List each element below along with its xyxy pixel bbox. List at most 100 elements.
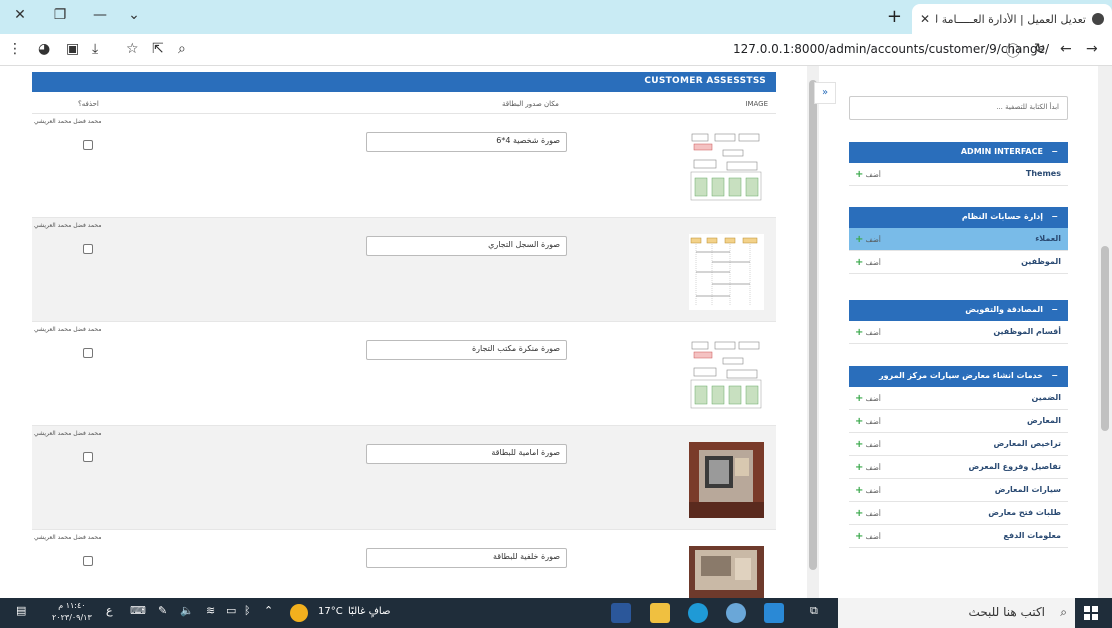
add-link[interactable]: + أضف [855, 508, 881, 519]
collapse-icon[interactable]: − [1051, 147, 1058, 156]
chevron-down-icon[interactable]: ⌄ [124, 7, 144, 23]
sidebar-item-label[interactable]: المعارض [1027, 416, 1061, 425]
windows-start-icon[interactable] [1084, 606, 1098, 620]
sidebar-group-header[interactable]: − إدارة حسابات النظام [849, 207, 1068, 228]
sidebar-scrollbar-thumb[interactable] [1101, 246, 1109, 431]
reload-icon[interactable]: ↻ [1034, 41, 1046, 57]
image-thumbnail[interactable] [689, 442, 764, 518]
pen-icon[interactable]: ✎ [158, 604, 167, 617]
sidebar-item-label[interactable]: تفاصيل وفروع المعرض [969, 462, 1061, 471]
sidebar-item-label[interactable]: سيارات المعارض [995, 485, 1061, 494]
download-icon[interactable]: ⤓ [92, 41, 98, 57]
weather-temp[interactable]: 17°C [318, 606, 343, 617]
edge-browser-icon[interactable] [688, 603, 708, 623]
restore-window-icon[interactable]: ❐ [50, 7, 70, 23]
sidebar-item[interactable]: الموظفين + أضف [849, 251, 1068, 274]
battery-icon[interactable]: ▭ [226, 604, 236, 617]
toggle-sidebar-button[interactable]: » [814, 82, 836, 104]
sidebar-item-label[interactable]: الموظفين [1021, 257, 1061, 266]
sidebar-item[interactable]: العملاء + أضف [849, 228, 1068, 251]
sidebar-item-label[interactable]: العملاء [1035, 234, 1061, 243]
weather-text[interactable]: صافٍ غالبًا [348, 606, 390, 617]
sidebar-item-label[interactable]: معلومات الدفع [1003, 531, 1061, 540]
browser-tab-active[interactable]: تعديل العميل | الأدارة العـــــامة للـ..… [912, 4, 1112, 34]
file-explorer-icon[interactable] [650, 603, 670, 623]
sidebar-item-label[interactable]: أقسام الموظفين [993, 327, 1061, 336]
clock[interactable]: ١١:٤٠ م ٢٠٢٣/٠٩/١٣ [52, 600, 92, 624]
url-field[interactable]: 127.0.0.1:8000/admin/accounts/customer/9… [733, 42, 1049, 56]
minimize-window-icon[interactable]: — [90, 7, 110, 23]
add-link[interactable]: + أضف [855, 439, 881, 450]
sidebar-filter-input[interactable]: ابدأ الكتابة للتصفية ... [849, 96, 1068, 120]
add-link[interactable]: + أضف [855, 169, 881, 180]
notification-icon[interactable]: ▤ [16, 604, 26, 617]
sidebar-item-label[interactable]: Themes [1026, 169, 1061, 178]
sidebar-group-header[interactable]: − ADMIN INTERFACE [849, 142, 1068, 163]
card-place-input[interactable]: صورة منكرة مكتب التجارة [366, 340, 567, 360]
site-info-icon[interactable]: ⓘ [1006, 41, 1020, 61]
tab-close-icon[interactable]: ✕ [920, 12, 930, 26]
back-arrow-icon[interactable]: ← [1060, 41, 1072, 57]
add-link[interactable]: + أضف [855, 257, 881, 268]
main-scrollbar[interactable] [807, 66, 819, 598]
card-place-input[interactable]: صورة خلفية للبطاقة [366, 548, 567, 568]
add-link[interactable]: + أضف [855, 462, 881, 473]
add-link[interactable]: + أضف [855, 485, 881, 496]
sidebar-item[interactable]: سيارات المعارض + أضف [849, 479, 1068, 502]
sidebar-item[interactable]: طلبات فتح معارض + أضف [849, 502, 1068, 525]
new-tab-icon[interactable]: + [887, 6, 902, 27]
image-thumbnail[interactable] [689, 546, 764, 598]
weather-icon[interactable] [290, 604, 308, 622]
volume-icon[interactable]: 🔈 [180, 604, 194, 617]
task-view-icon[interactable]: ⧉ [810, 604, 818, 618]
sidebar-group-header[interactable]: − خدمات انشاء معارض سيارات مركز المرور [849, 366, 1068, 387]
chrome-browser-icon[interactable] [726, 603, 746, 623]
add-link[interactable]: + أضف [855, 416, 881, 427]
sidebar-item-label[interactable]: طلبات فتح معارض [988, 508, 1061, 517]
close-window-icon[interactable]: ✕ [10, 7, 30, 23]
card-place-input[interactable]: صورة امامية للبطاقة [366, 444, 567, 464]
image-thumbnail[interactable] [689, 234, 764, 310]
bluetooth-icon[interactable]: ᛒ [244, 604, 251, 617]
keyboard-icon[interactable]: ⌨ [130, 604, 146, 617]
sidebar-group-header[interactable]: − المصادقة والتفويض [849, 300, 1068, 321]
word-app-icon[interactable] [611, 603, 631, 623]
add-link[interactable]: + أضف [855, 327, 881, 338]
wifi-icon[interactable]: ≋ [206, 604, 215, 617]
zoom-icon[interactable]: ⌕ [178, 41, 186, 57]
main-scrollbar-thumb[interactable] [809, 80, 817, 570]
delete-checkbox[interactable] [83, 556, 93, 566]
chevron-up-icon[interactable]: ⌃ [264, 604, 273, 617]
sidebar-scrollbar[interactable] [1098, 66, 1112, 598]
collapse-icon[interactable]: − [1051, 371, 1058, 380]
image-thumbnail[interactable] [689, 338, 764, 414]
sidebar-item[interactable]: المعارض + أضف [849, 410, 1068, 433]
image-thumbnail[interactable] [689, 130, 764, 206]
add-link[interactable]: + أضف [855, 531, 881, 542]
sidebar-item[interactable]: Themes + أضف [849, 163, 1068, 186]
sidebar-item[interactable]: تراخيص المعارض + أضف [849, 433, 1068, 456]
sidebar-panel-icon[interactable]: ▣ [66, 41, 79, 57]
delete-checkbox[interactable] [83, 140, 93, 150]
card-place-input[interactable]: صورة شخصية 4*6 [366, 132, 567, 152]
sidebar-item[interactable]: معلومات الدفع + أضف [849, 525, 1068, 548]
add-link[interactable]: + أضف [855, 393, 881, 404]
add-link[interactable]: + أضف [855, 234, 881, 245]
collapse-icon[interactable]: − [1051, 305, 1058, 314]
forward-arrow-icon[interactable]: → [1086, 41, 1098, 57]
taskbar-search-box[interactable]: ⌕ اكتب هنا للبحث [838, 598, 1075, 628]
sidebar-item[interactable]: تفاصيل وفروع المعرض + أضف [849, 456, 1068, 479]
sidebar-item-label[interactable]: تراخيص المعارض [994, 439, 1061, 448]
delete-checkbox[interactable] [83, 348, 93, 358]
card-place-input[interactable]: صورة السجل التجاري [366, 236, 567, 256]
share-icon[interactable]: ⇱ [152, 41, 164, 57]
sidebar-item[interactable]: الضمين + أضف [849, 387, 1068, 410]
vscode-app-icon[interactable] [764, 603, 784, 623]
input-language[interactable]: ع [106, 604, 113, 617]
menu-dots-icon[interactable]: ⋮ [8, 41, 22, 57]
delete-checkbox[interactable] [83, 452, 93, 462]
delete-checkbox[interactable] [83, 244, 93, 254]
bookmark-star-icon[interactable]: ☆ [126, 41, 139, 57]
sidebar-item[interactable]: أقسام الموظفين + أضف [849, 321, 1068, 344]
collapse-icon[interactable]: − [1051, 212, 1058, 221]
